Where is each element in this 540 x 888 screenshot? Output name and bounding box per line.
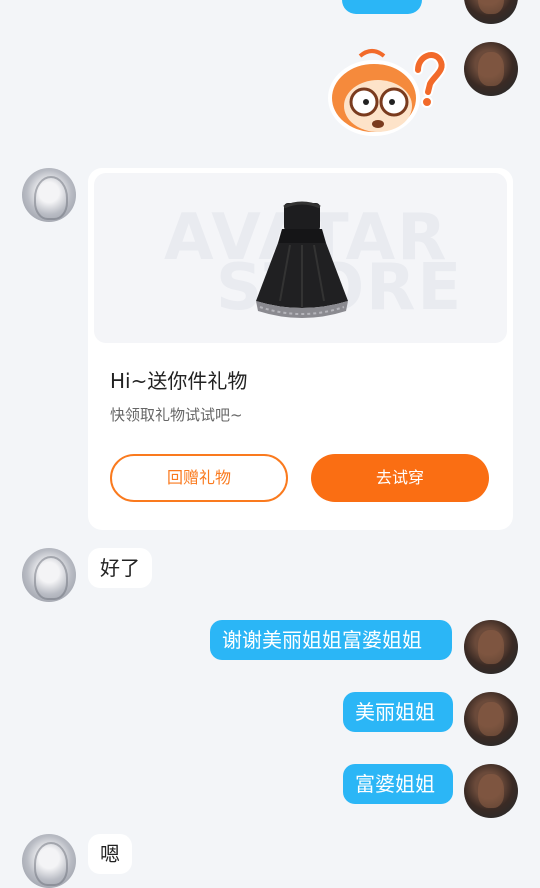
peer-avatar[interactable]: [22, 834, 76, 888]
self-avatar[interactable]: [464, 0, 518, 24]
self-avatar[interactable]: [464, 620, 518, 674]
message-bubble-peer: 好了: [88, 548, 152, 588]
self-avatar[interactable]: [464, 42, 518, 96]
message-bubble-self: 美丽姐姐: [343, 692, 453, 732]
self-avatar[interactable]: [464, 764, 518, 818]
self-avatar[interactable]: [464, 692, 518, 746]
gift-card[interactable]: AVATAR STORE Hi~送你件礼物 快领取礼物试试吧~ 回赠礼物 去试穿: [88, 168, 513, 530]
gift-subtitle: 快领取礼物试试吧~: [110, 406, 243, 424]
black-dress-image: [256, 201, 348, 318]
message-bubble-self: 富婆姐姐: [343, 764, 453, 804]
confused-question-sticker: [328, 49, 447, 136]
message-text: 嗯: [100, 842, 120, 866]
gift-image: AVATAR STORE: [94, 173, 507, 343]
gift-title: Hi~送你件礼物: [110, 369, 248, 393]
peer-avatar[interactable]: [22, 548, 76, 602]
message-bubble-self: 谢谢美丽姐姐富婆姐姐: [210, 620, 452, 660]
return-gift-button[interactable]: 回赠礼物: [110, 454, 288, 502]
try-on-button[interactable]: 去试穿: [311, 454, 489, 502]
message-bubble-peer: 嗯: [88, 834, 132, 874]
message-bubble-self-partial: [342, 0, 422, 14]
message-text: 好了: [100, 556, 140, 580]
message-text: 谢谢美丽姐姐富婆姐姐: [222, 628, 422, 652]
message-text: 美丽姐姐: [355, 700, 435, 724]
message-text: 富婆姐姐: [355, 772, 435, 796]
peer-avatar[interactable]: [22, 168, 76, 222]
